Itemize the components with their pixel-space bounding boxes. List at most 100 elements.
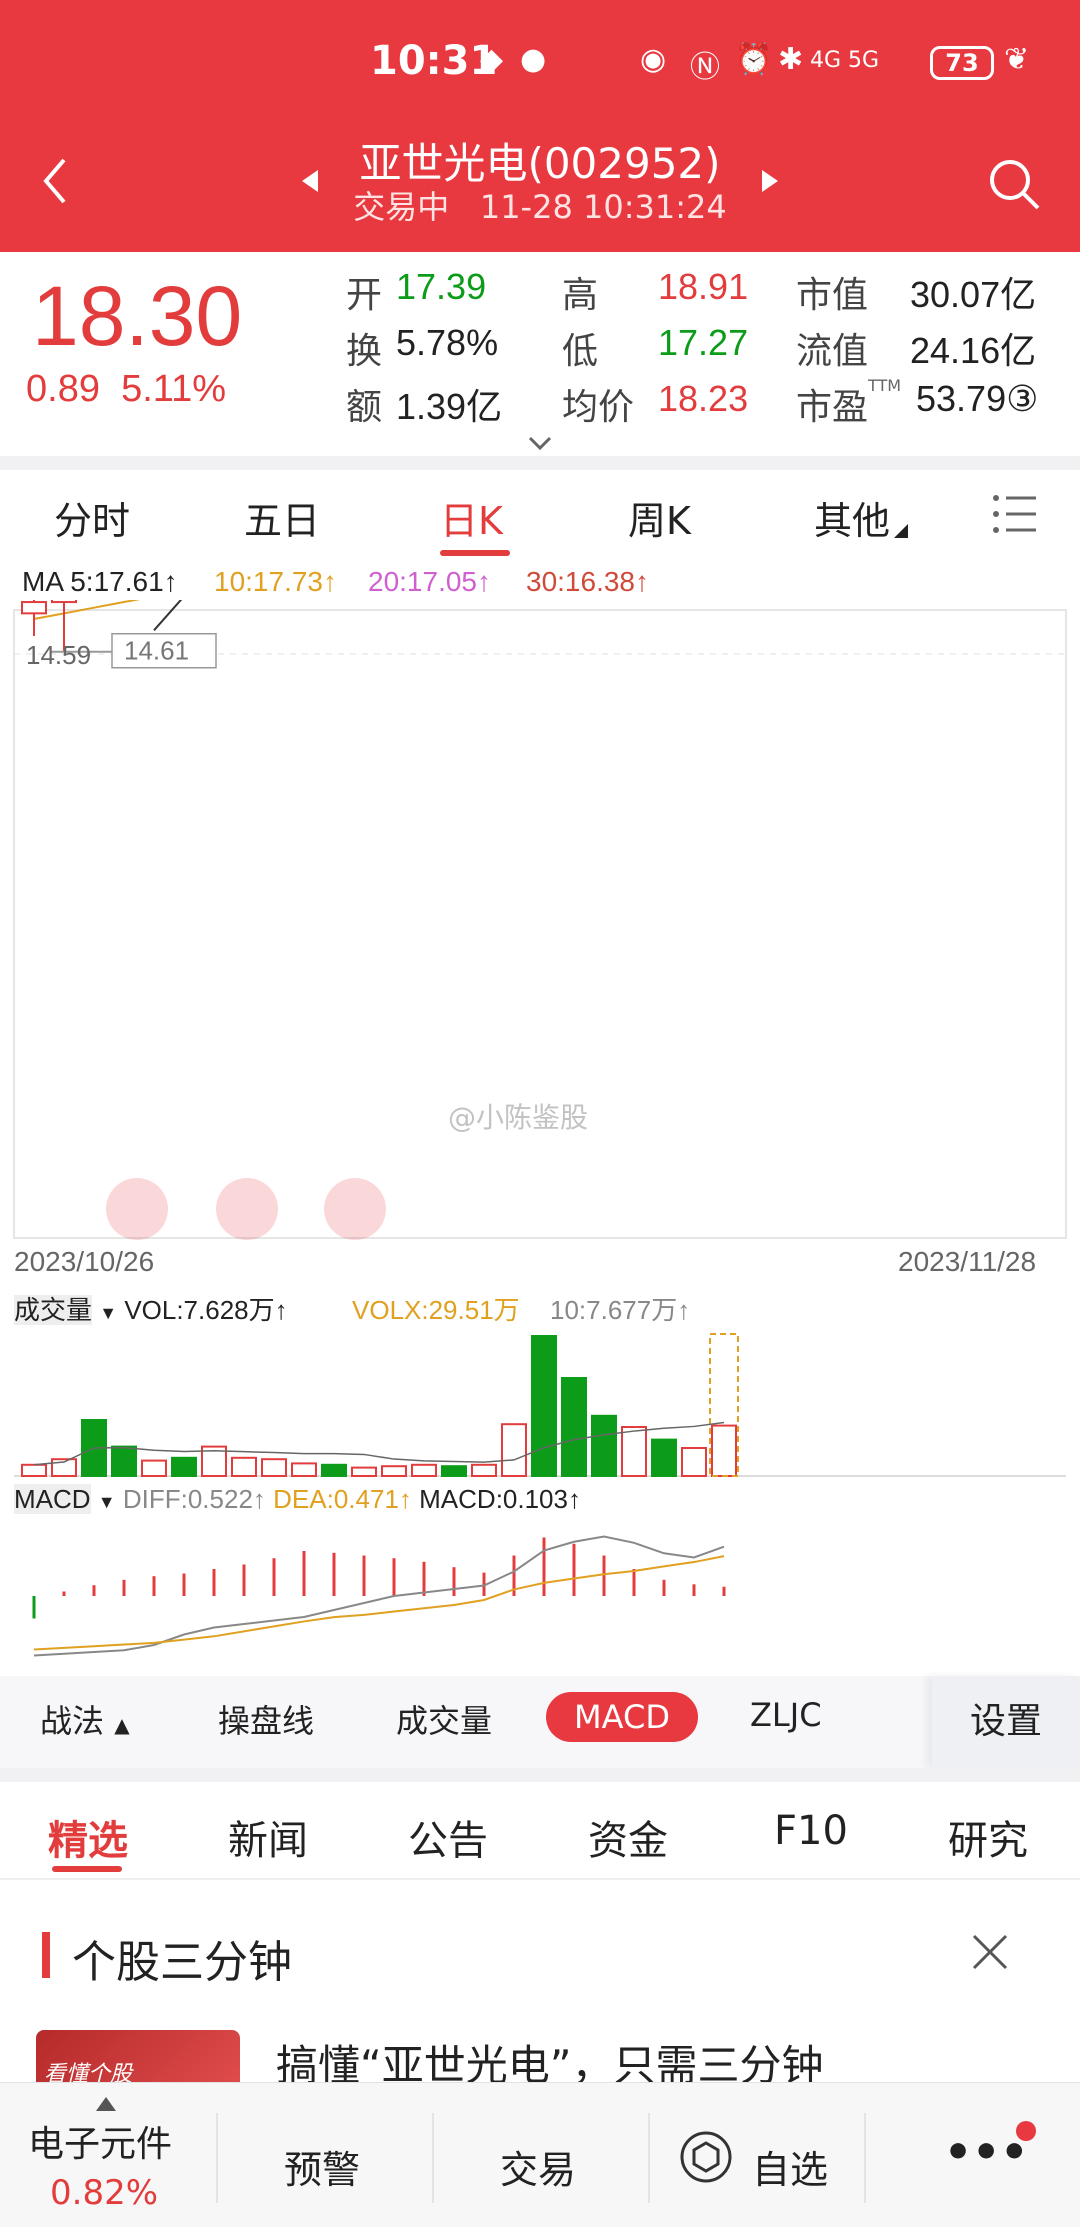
macd-value: MACD:0.103↑ [419, 1484, 581, 1514]
volume-chart [14, 1333, 1066, 1478]
mcap-value: 30.07亿 [910, 274, 1037, 315]
tab-other[interactable]: 其他 [814, 490, 890, 545]
tab-f10[interactable]: F10 [774, 1808, 848, 1854]
amount-label: 额 [346, 386, 383, 427]
search-icon[interactable] [986, 156, 1042, 212]
other-dropdown-icon [894, 524, 908, 538]
low-value: 17.27 [658, 322, 749, 363]
trade-datetime: 11-28 10:31:24 [479, 188, 727, 226]
watchlist-label: 自选 [752, 2148, 829, 2192]
volume-dropdown-icon: ▼ [99, 1303, 118, 1323]
tab-research[interactable]: 研究 [948, 1808, 1028, 1866]
volume-bar [591, 1414, 617, 1478]
trade-button[interactable]: 交易 [500, 2139, 576, 2194]
macd-legend: MACD ▼ DIFF:0.522↑ DEA:0.471↑ MACD:0.103… [14, 1484, 581, 1515]
pe-ttm-sup: TTM [868, 376, 902, 395]
volume-bar [21, 1463, 47, 1478]
sector-change: 0.82% [50, 2173, 159, 2213]
tab-news[interactable]: 新闻 [228, 1808, 308, 1866]
strategy-button[interactable]: 战法 ▲ [40, 1696, 130, 1742]
pe-label: 市盈 [796, 386, 869, 427]
watchlist-icon [680, 2131, 732, 2183]
bluetooth-icon: ✱ [778, 42, 804, 77]
rotate-button[interactable] [216, 1178, 278, 1240]
next-stock-icon[interactable] [760, 168, 780, 194]
volume-label[interactable]: 成交量 [14, 1295, 93, 1325]
candle-body [51, 600, 77, 604]
vol-ma10-value: 10:7.677万↑ [550, 1295, 691, 1325]
volume-bar [291, 1462, 317, 1477]
high-label: 高 [562, 274, 599, 315]
min-price-label: 14.61 [124, 636, 189, 666]
menu-list-icon[interactable] [990, 490, 1038, 538]
volume-button[interactable]: 成交量 [396, 1696, 492, 1742]
volume-bar [111, 1445, 137, 1477]
float-value: 24.16亿 [910, 330, 1037, 371]
tab-five-day[interactable]: 五日 [244, 490, 320, 545]
eye-icon: ◉ [640, 42, 667, 77]
divider [864, 2113, 866, 2203]
volume-bar [351, 1466, 377, 1478]
tab-weekly-k[interactable]: 周K [628, 490, 691, 545]
volume-bar [621, 1426, 647, 1477]
tab-intraday[interactable]: 分时 [54, 490, 130, 545]
mcap-label: 市值 [796, 274, 869, 315]
move-button[interactable] [324, 1178, 386, 1240]
volume-bar [681, 1447, 707, 1477]
tab-funds[interactable]: 资金 [588, 1808, 668, 1866]
macd-button[interactable]: MACD [546, 1692, 698, 1742]
alert-button[interactable]: 预警 [284, 2139, 360, 2194]
high-value: 18.91 [658, 266, 749, 307]
tab-daily-k[interactable]: 日K [440, 490, 503, 545]
volume-bar [531, 1335, 557, 1477]
battery-indicator: 73 [930, 46, 994, 80]
active-news-tab-underline [52, 1866, 122, 1872]
volume-bar [321, 1463, 347, 1478]
bottom-nav: 电子元件 0.82% 预警 交易 自选 ••• [0, 2082, 1080, 2227]
ma30-label: 30:16.38↑ [526, 566, 649, 597]
ma5-label: MA 5:17.61↑ [22, 566, 178, 597]
open-value: 17.39 [396, 266, 487, 307]
tab-featured[interactable]: 精选 [48, 1808, 128, 1866]
tab-announcements[interactable]: 公告 [408, 1808, 488, 1866]
open-label: 开 [346, 274, 383, 315]
volume-bar [501, 1423, 527, 1477]
volume-bar [441, 1465, 467, 1477]
sector-name[interactable]: 电子元件 [28, 2115, 172, 2167]
volume-bar [651, 1438, 677, 1477]
trade-status-text: 交易中 [353, 188, 450, 226]
indicator-toolbar: 战法 ▲ 操盘线 成交量 MACD ZLJC 设置 [0, 1676, 1080, 1768]
volume-bar [141, 1459, 167, 1478]
volume-bar [411, 1463, 437, 1478]
volume-bar [171, 1456, 197, 1478]
settings-button[interactable]: 设置 [932, 1676, 1080, 1768]
volume-bar [711, 1424, 737, 1477]
strategy-label: 战法 [40, 1702, 105, 1740]
notification-dot [1016, 2121, 1036, 2141]
divider [0, 1768, 1080, 1782]
volume-bar [381, 1465, 407, 1477]
x-start-label: 2023/10/26 [14, 1246, 155, 1277]
zljc-button[interactable]: ZLJC [750, 1696, 822, 1734]
divider [648, 2113, 650, 2203]
turnover-value: 5.78% [396, 322, 499, 363]
operation-line-button[interactable]: 操盘线 [218, 1696, 314, 1742]
macd-dropdown-icon: ▼ [97, 1492, 116, 1512]
header-bar: 10:31 ◆ ● ◉ Ⓝ ⏰ ✱ 4G 5G 73 ❦ 亚世光电(002952… [0, 0, 1080, 252]
price-change: 0.89 5.11% [26, 368, 226, 411]
macd-label[interactable]: MACD [14, 1484, 91, 1514]
candlestick-chart[interactable]: 19.9214.61 19.9218.5917.2615.9214.59 [0, 600, 1080, 1280]
divider [0, 1878, 1080, 1880]
x-end-label: 2023/11/28 [898, 1246, 1037, 1277]
status-time: 10:31 [370, 38, 498, 84]
volx-value: VOLX:29.51万 [352, 1295, 520, 1325]
fast-forward-button[interactable] [106, 1178, 168, 1240]
section-accent [42, 1932, 50, 1978]
candle-body [21, 601, 47, 615]
close-icon[interactable] [970, 1932, 1010, 1972]
dea-value: DEA:0.471↑ [273, 1484, 412, 1514]
notification-icon: ◆ [480, 42, 504, 77]
volume-bar [231, 1456, 257, 1478]
volume-bar [261, 1458, 287, 1477]
expand-chevron-icon[interactable] [528, 436, 552, 452]
